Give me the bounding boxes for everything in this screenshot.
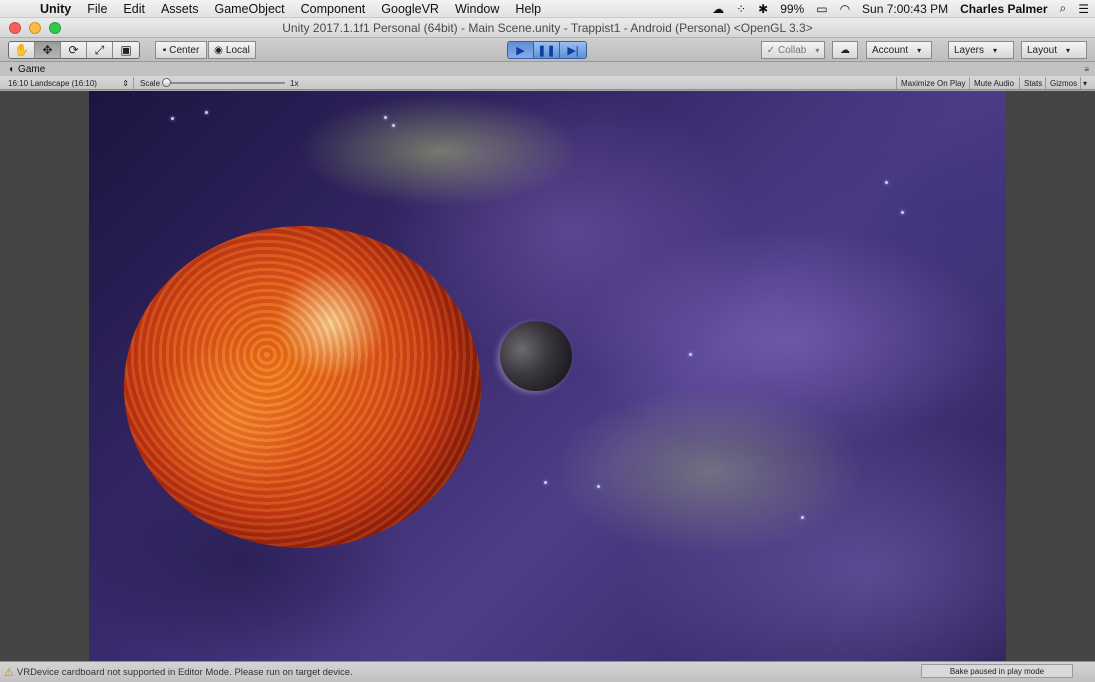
layout-dropdown[interactable]: Layout <box>1021 41 1087 59</box>
battery-icon[interactable]: ▭ <box>810 2 833 16</box>
menu-app-unity[interactable]: Unity <box>34 2 79 16</box>
pivot-local-button[interactable]: ◉ Local <box>208 41 256 59</box>
transform-tools: ✋ ✥ ⟳ ⤢ ▣ <box>8 41 140 59</box>
collab-button[interactable]: ✓ Collab <box>761 41 825 59</box>
user-name[interactable]: Charles Palmer <box>954 2 1053 16</box>
menu-assets[interactable]: Assets <box>153 2 207 16</box>
star <box>384 116 387 119</box>
star <box>392 124 395 127</box>
star <box>885 181 888 184</box>
game-pacman-icon: ◖ <box>8 63 15 75</box>
play-controls: ▶ ❚❚ ▶| <box>507 41 587 59</box>
pivot-center-button[interactable]: ▪ Center <box>155 41 207 59</box>
menu-help[interactable]: Help <box>507 2 549 16</box>
menu-extras: ☁ ⁘ ✱ 99% ▭ ◠ Sun 7:00:43 PM Charles Pal… <box>706 0 1095 18</box>
account-dropdown[interactable]: Account <box>866 41 932 59</box>
console-message[interactable]: VRDevice cardboard not supported in Edit… <box>17 667 353 678</box>
gizmos-arrow-icon[interactable]: ▾ <box>1080 77 1087 89</box>
move-tool-icon[interactable]: ✥ <box>35 42 61 58</box>
star <box>901 211 904 214</box>
battery-percent: 99% <box>780 1 805 16</box>
account-label: Account <box>872 44 909 56</box>
scale-value: 1x <box>290 78 299 88</box>
layers-label: Layers <box>954 44 985 56</box>
step-button-icon[interactable]: ▶| <box>560 42 586 58</box>
bluetooth-icon[interactable]: ✱ <box>752 2 774 16</box>
rect-tool-icon[interactable]: ▣ <box>113 42 139 58</box>
wifi-icon[interactable]: ◠ <box>834 2 856 16</box>
game-scene-render[interactable] <box>89 91 1006 661</box>
cloud-icon: ☁ <box>840 44 850 56</box>
star <box>689 353 692 356</box>
game-tab-label: Game <box>18 63 46 75</box>
clock[interactable]: Sun 7:00:43 PM <box>856 2 954 16</box>
maximize-on-play-toggle[interactable]: Maximize On Play <box>896 77 969 89</box>
status-bar: ⚠ VRDevice cardboard not supported in Ed… <box>0 661 1095 682</box>
notification-center-icon[interactable]: ☰ <box>1072 2 1095 16</box>
collab-label: Collab <box>778 44 807 56</box>
scale-tool-icon[interactable]: ⤢ <box>87 42 113 58</box>
star <box>171 117 174 120</box>
space-label: Local <box>225 44 250 56</box>
cloud-services-button[interactable]: ☁ <box>832 41 858 59</box>
pause-button-icon[interactable]: ❚❚ <box>534 42 560 58</box>
star <box>544 481 547 484</box>
panel-options-icon[interactable]: ≡ <box>1084 65 1089 74</box>
star <box>597 485 600 488</box>
scale-label: Scale <box>140 78 161 88</box>
mute-audio-toggle[interactable]: Mute Audio <box>969 77 1018 89</box>
dropdown-arrows-icon: ⇕ <box>122 78 129 88</box>
creative-cloud-icon[interactable]: ☁ <box>706 2 730 16</box>
star <box>801 516 804 519</box>
tab-game[interactable]: ◖ Game <box>0 64 45 75</box>
gizmos-dropdown[interactable]: Gizmos <box>1045 77 1081 89</box>
activity-icon[interactable]: ⁘ <box>730 2 752 16</box>
bake-status: Bake paused in play mode <box>921 664 1073 678</box>
game-panel-tabbar: ◖ Game ≡ <box>0 62 1095 76</box>
macos-menu-bar: Unity File Edit Assets GameObject Compon… <box>0 0 1095 18</box>
sun-sphere <box>124 226 481 548</box>
menu-googlevr[interactable]: GoogleVR <box>373 2 447 16</box>
stats-toggle[interactable]: Stats <box>1019 77 1046 89</box>
game-viewport[interactable] <box>0 91 1095 661</box>
local-icon: ◉ <box>214 44 223 56</box>
window-title: Unity 2017.1.1f1 Personal (64bit) - Main… <box>282 20 813 35</box>
spotlight-search-icon[interactable]: ⌕ <box>1054 1 1073 16</box>
menu-window[interactable]: Window <box>447 2 507 16</box>
pivot-icon: ▪ <box>162 44 167 56</box>
hand-tool-icon[interactable]: ✋ <box>9 42 35 58</box>
layers-dropdown[interactable]: Layers <box>948 41 1014 59</box>
aspect-label: 16:10 Landscape (16:10) <box>8 78 97 88</box>
star <box>205 111 208 114</box>
window-title-bar: Unity 2017.1.1f1 Personal (64bit) - Main… <box>0 18 1095 38</box>
menu-edit[interactable]: Edit <box>115 2 153 16</box>
scale-slider-track[interactable] <box>165 82 285 84</box>
minimize-window-button[interactable] <box>29 21 41 34</box>
close-window-button[interactable] <box>9 21 21 34</box>
warning-icon: ⚠ <box>4 666 14 679</box>
zoom-window-button[interactable] <box>49 21 61 34</box>
menu-gameobject[interactable]: GameObject <box>206 2 292 16</box>
layout-label: Layout <box>1027 44 1058 56</box>
rotate-tool-icon[interactable]: ⟳ <box>61 42 87 58</box>
scale-slider-handle[interactable] <box>162 78 171 87</box>
menu-file[interactable]: File <box>79 2 115 16</box>
pivot-label: Center <box>169 44 200 56</box>
collab-check-icon: ✓ <box>766 44 775 56</box>
unity-toolbar: ✋ ✥ ⟳ ⤢ ▣ ▪ Center ◉ Local ▶ ❚❚ ▶| ✓ Col… <box>0 38 1095 62</box>
play-button-icon[interactable]: ▶ <box>508 42 534 58</box>
menu-component[interactable]: Component <box>293 2 374 16</box>
game-control-bar: 16:10 Landscape (16:10) ⇕ Scale 1x Maxim… <box>0 76 1095 90</box>
aspect-dropdown[interactable]: 16:10 Landscape (16:10) ⇕ <box>4 77 134 89</box>
planet-sphere <box>500 321 572 391</box>
